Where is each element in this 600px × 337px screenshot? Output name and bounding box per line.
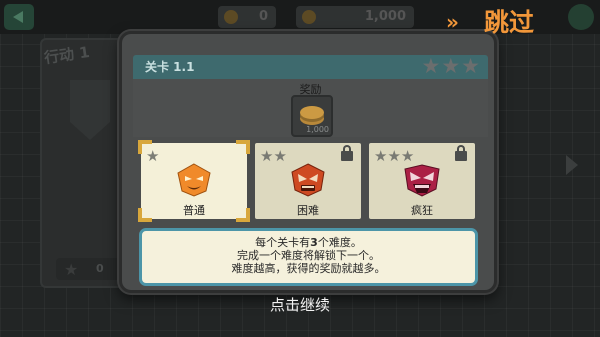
- difficulty-insane[interactable]: ★★★ 疯狂: [369, 143, 475, 219]
- selection-corner: [236, 140, 250, 154]
- skip-label: 跳过: [484, 8, 535, 37]
- gear-currency-icon: [224, 10, 238, 24]
- settings-gear-icon[interactable]: [568, 4, 594, 30]
- difficulty-stars: ★★: [260, 146, 287, 165]
- difficulty-info-box: 每个关卡有3个难度。 完成一个难度将解锁下一个。 难度越高，获得的奖励就越多。: [139, 228, 478, 286]
- coin-icon: [302, 10, 316, 24]
- back-button[interactable]: [4, 4, 34, 30]
- star-icon: ★: [64, 260, 79, 279]
- normal-mask-icon: [177, 163, 211, 197]
- info-line-2: 完成一个难度将解锁下一个。: [237, 249, 380, 262]
- info-line-3: 难度越高，获得的奖励就越多。: [231, 262, 386, 275]
- tap-to-continue[interactable]: 点击继续: [0, 294, 600, 315]
- star-icon: ★: [441, 54, 461, 78]
- next-page-arrow-icon[interactable]: [566, 155, 578, 175]
- hard-mask-icon: [291, 163, 325, 197]
- info-line-1: 每个关卡有3个难度。: [255, 236, 362, 249]
- difficulty-label: 普通: [183, 204, 205, 217]
- star-icon: ★: [273, 147, 287, 165]
- difficulty-normal[interactable]: ★ 普通: [138, 140, 250, 222]
- insane-mask-icon: [404, 164, 440, 197]
- level-title: 关卡 1.1: [145, 60, 195, 74]
- coin-stack-icon: [300, 106, 324, 119]
- reward-box: 1,000: [291, 95, 333, 137]
- lock-icon: [455, 145, 467, 161]
- difficulty-stars: ★: [146, 146, 159, 165]
- skip-button[interactable]: » 跳过: [446, 2, 560, 37]
- star-icon: ★: [461, 54, 480, 78]
- difficulty-hard[interactable]: ★★ 困难: [255, 143, 361, 219]
- stat-pill-1: 0: [218, 6, 276, 28]
- star-icon: ★: [374, 147, 388, 165]
- stat-2-value: 1,000: [364, 9, 406, 24]
- mission-stars-value: 0: [96, 262, 104, 275]
- lock-icon: [341, 145, 353, 161]
- fast-forward-icon: »: [446, 10, 459, 34]
- modal-header: 关卡 1.1 ★★★: [133, 55, 488, 79]
- header-stars: ★★★: [421, 55, 480, 78]
- stat-pill-2: 1,000: [296, 6, 414, 28]
- stat-1-value: 0: [258, 9, 268, 24]
- star-icon: ★: [421, 54, 441, 78]
- star-icon: ★: [146, 147, 160, 165]
- star-icon: ★: [260, 147, 274, 165]
- reward-section: 奖励 1,000: [133, 79, 488, 137]
- difficulty-label: 疯狂: [411, 204, 433, 217]
- difficulty-label: 困难: [297, 204, 319, 217]
- reward-amount: 1,000: [306, 125, 329, 134]
- star-icon: ★: [387, 147, 401, 165]
